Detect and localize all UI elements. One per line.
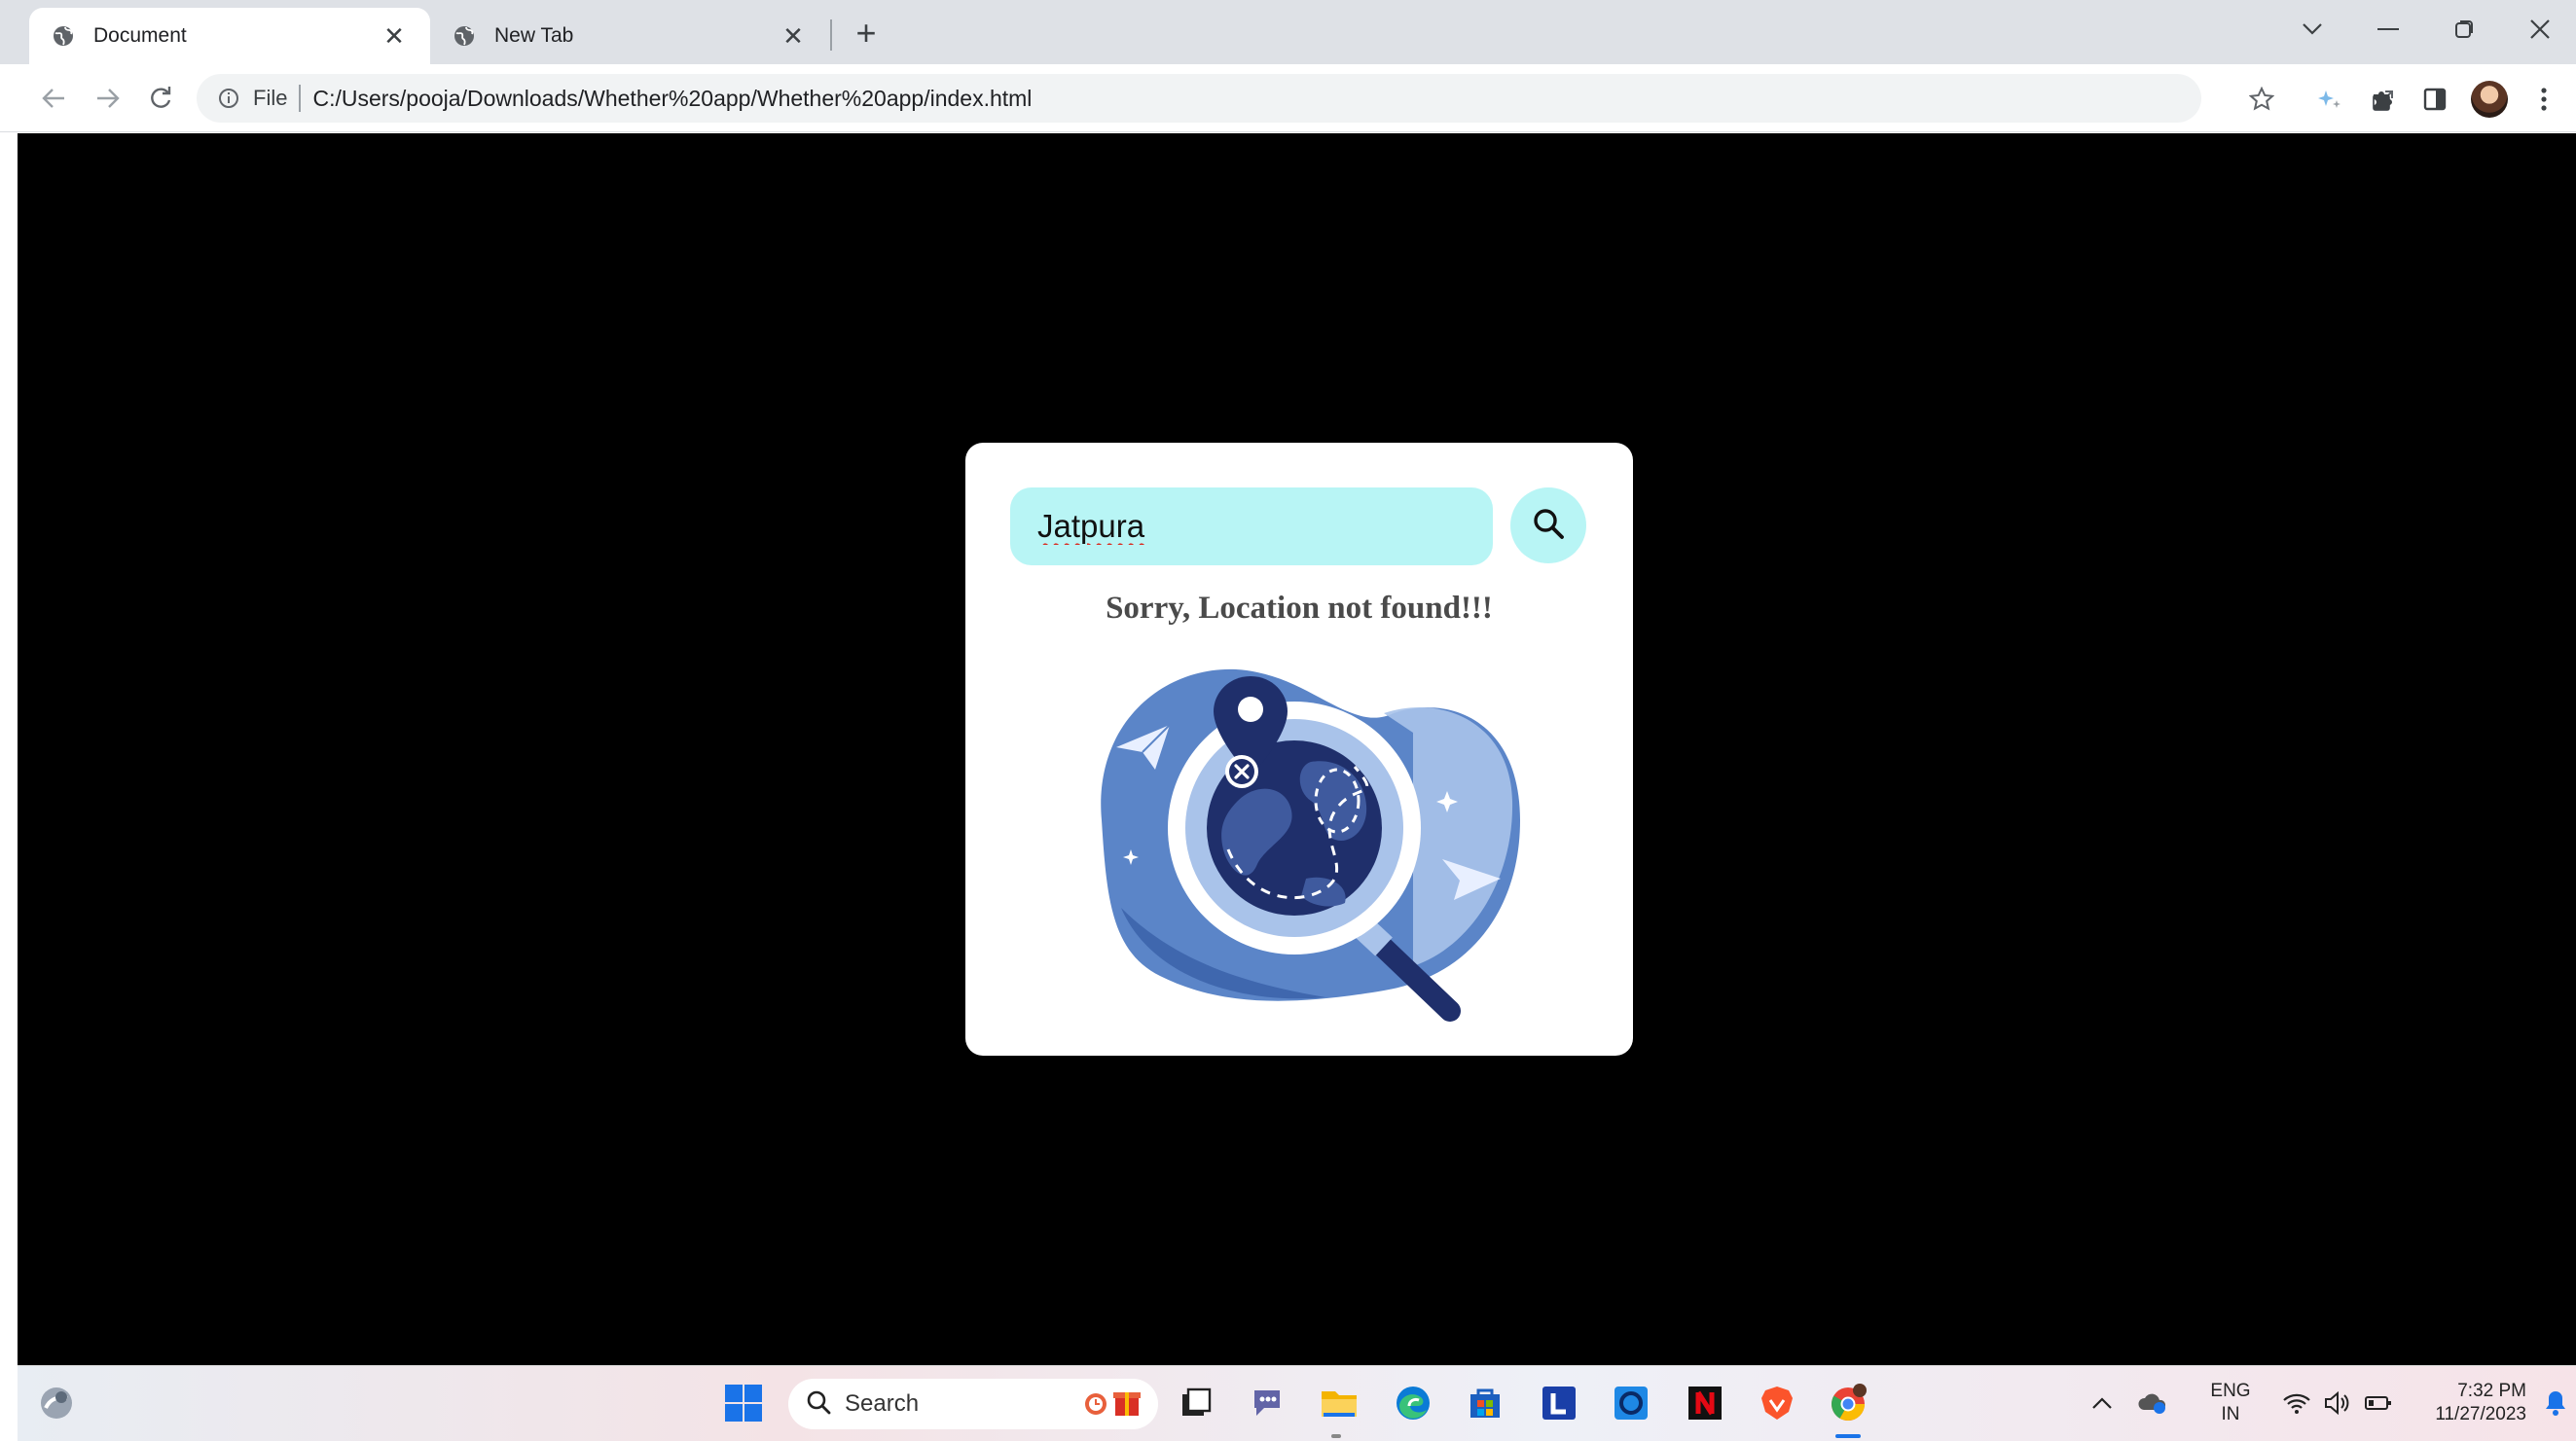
brave-icon[interactable] <box>1754 1380 1800 1426</box>
new-tab-button[interactable]: + <box>847 13 886 53</box>
restore-icon[interactable] <box>2435 8 2493 51</box>
system-clock[interactable]: 7:32 PM 11/27/2023 <box>2400 1380 2526 1426</box>
microsoft-store-icon[interactable] <box>1462 1380 1508 1426</box>
input-language-indicator[interactable]: ENG IN <box>2203 1380 2258 1426</box>
avatar <box>2471 81 2508 118</box>
kebab-menu-icon[interactable] <box>2522 78 2565 121</box>
search-icon <box>806 1389 831 1420</box>
back-arrow-icon[interactable] <box>33 78 74 119</box>
notification-bell-icon[interactable] <box>2532 1380 2576 1426</box>
page-viewport: Sorry, Location not found!!! <box>18 133 2576 1365</box>
search-input[interactable] <box>1010 487 1493 565</box>
battery-icon[interactable] <box>2355 1380 2402 1426</box>
tab-new-tab[interactable]: New Tab ✕ <box>430 8 829 64</box>
search-highlight-icon <box>1082 1385 1144 1424</box>
language-line-2: IN <box>2221 1404 2240 1424</box>
tab-title: New Tab <box>494 24 574 47</box>
forward-arrow-icon[interactable] <box>88 78 128 119</box>
netflix-icon[interactable] <box>1682 1380 1728 1426</box>
tab-document[interactable]: Document ✕ <box>29 8 430 64</box>
onedrive-icon[interactable] <box>2129 1380 2176 1426</box>
side-panel-icon[interactable] <box>2413 78 2456 121</box>
search-icon <box>1532 507 1565 545</box>
app-blue-square-icon[interactable] <box>1608 1380 1654 1426</box>
taskbar-search-label: Search <box>845 1390 920 1417</box>
chrome-icon[interactable] <box>1826 1380 1872 1426</box>
volume-icon[interactable] <box>2314 1380 2361 1426</box>
globe-icon <box>452 23 477 49</box>
wifi-icon[interactable] <box>2273 1380 2320 1426</box>
tab-divider <box>830 19 832 51</box>
file-explorer-icon[interactable] <box>1316 1380 1362 1426</box>
close-window-icon[interactable] <box>2511 8 2569 51</box>
windows-taskbar: Search ENG IN 7:32 PM 11/27/2023 <box>18 1365 2576 1441</box>
taskbar-search-box[interactable]: Search <box>788 1379 1158 1429</box>
chat-icon[interactable] <box>1244 1380 1290 1426</box>
clock-time: 7:32 PM <box>2457 1381 2526 1401</box>
url-text[interactable]: C:/Users/pooja/Downloads/Whether%20app/W… <box>312 86 1032 112</box>
location-not-found-illustration <box>1063 655 1540 1025</box>
tab-strip: Document ✕ New Tab ✕ + <box>0 0 2576 64</box>
location-not-found-message: Sorry, Location not found!!! <box>1106 591 1493 626</box>
scheme-label: File <box>253 86 288 110</box>
edge-icon[interactable] <box>1390 1380 1436 1426</box>
language-line-1: ENG <box>2210 1381 2251 1401</box>
chevron-up-icon[interactable] <box>2079 1380 2125 1426</box>
weather-card: Sorry, Location not found!!! <box>965 443 1633 1056</box>
browser-toolbar: File C:/Users/pooja/Downloads/Whether%20… <box>0 64 2576 132</box>
chrome-active-indicator <box>1835 1434 1861 1438</box>
search-row <box>1010 487 1588 565</box>
file-explorer-running-indicator <box>1331 1434 1341 1438</box>
windows-start-icon[interactable] <box>720 1380 767 1426</box>
extensions-puzzle-icon[interactable] <box>2361 78 2404 121</box>
tab-search-chevron-icon[interactable] <box>2283 8 2341 51</box>
task-view-icon[interactable] <box>1172 1380 1218 1426</box>
globe-icon <box>51 23 76 49</box>
info-icon[interactable] <box>216 86 241 111</box>
search-button[interactable] <box>1510 487 1586 563</box>
tab-title: Document <box>93 24 187 47</box>
address-bar[interactable]: File C:/Users/pooja/Downloads/Whether%20… <box>197 74 2393 123</box>
minimize-icon[interactable] <box>2359 8 2417 51</box>
close-icon[interactable]: ✕ <box>380 21 409 51</box>
launcher-l-icon[interactable] <box>1536 1380 1582 1426</box>
bookmark-star-icon[interactable] <box>2240 78 2283 121</box>
extension-sparkle-icon[interactable] <box>2308 78 2351 121</box>
close-icon[interactable]: ✕ <box>779 21 808 51</box>
reload-icon[interactable] <box>140 78 181 119</box>
address-divider <box>299 85 302 112</box>
profile-avatar[interactable] <box>2468 78 2511 121</box>
clock-date: 11/27/2023 <box>2435 1404 2526 1424</box>
widgets-icon[interactable] <box>33 1380 80 1426</box>
